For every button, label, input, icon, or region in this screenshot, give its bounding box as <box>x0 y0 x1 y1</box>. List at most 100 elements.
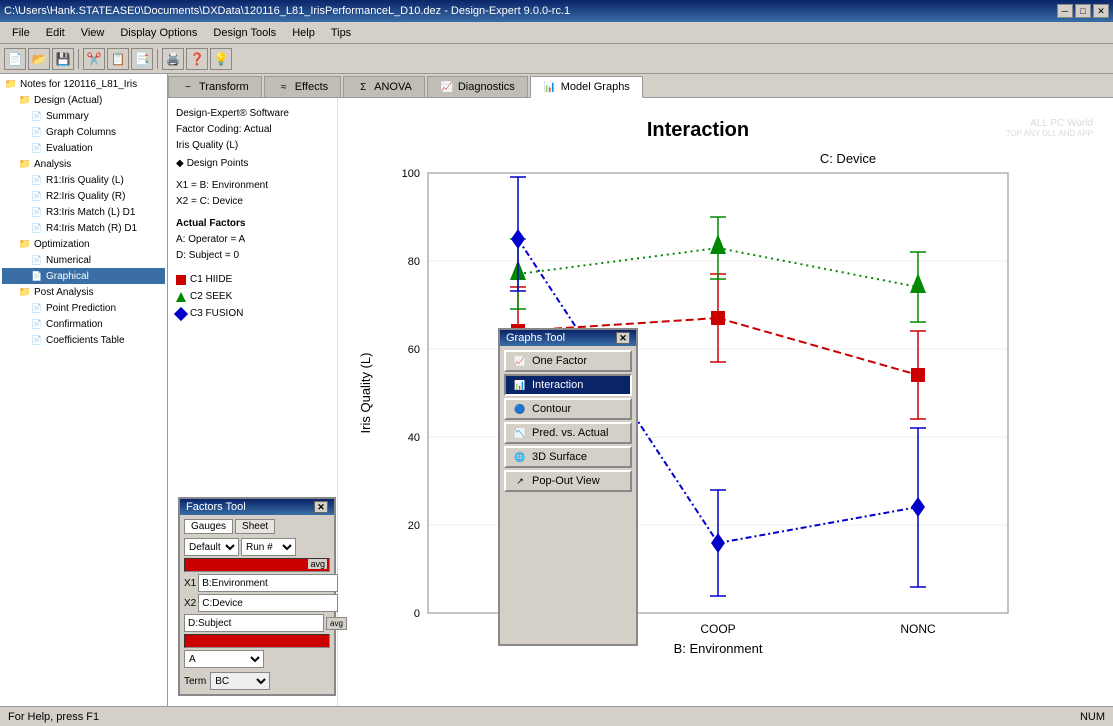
sidebar-label-graph-cols: Graph Columns <box>46 127 116 138</box>
x1-label: X1 = B: Environment <box>176 178 329 194</box>
work-area: Design-Expert® Software Factor Coding: A… <box>168 98 1113 706</box>
sidebar-label-graphical: Graphical <box>46 271 89 282</box>
folder-icon: 📁 <box>4 77 18 91</box>
doc-icon-summary: 📄 <box>30 109 44 123</box>
gt-interaction-label: Interaction <box>532 379 583 391</box>
x2-label: X2 = C: Device <box>176 194 329 210</box>
minimize-button[interactable]: ─ <box>1057 4 1073 18</box>
sidebar-item-design[interactable]: 📁 Design (Actual) <box>2 92 165 108</box>
sidebar-item-r3[interactable]: 📄 R3:Iris Match (L) D1 <box>2 204 165 220</box>
gt-one-factor[interactable]: 📈 One Factor <box>504 350 632 372</box>
sidebar-item-post-analysis[interactable]: 📁 Post Analysis <box>2 284 165 300</box>
tab-diagnostics[interactable]: 📈 Diagnostics <box>427 76 528 97</box>
ft-default-select[interactable]: Default <box>184 538 239 556</box>
sidebar-label-summary: Summary <box>46 111 89 122</box>
print-button[interactable]: 🖨️ <box>162 48 184 70</box>
ft-tab-gauges[interactable]: Gauges <box>184 519 233 534</box>
legend-color-c2 <box>176 292 186 302</box>
menu-design-tools[interactable]: Design Tools <box>205 25 284 41</box>
sidebar-item-coeff-table[interactable]: 📄 Coefficients Table <box>2 332 165 348</box>
ft-d-input[interactable] <box>184 614 324 632</box>
menu-display-options[interactable]: Display Options <box>112 25 205 41</box>
gt-3d-surface[interactable]: 🌐 3D Surface <box>504 446 632 468</box>
paste-button[interactable]: 📑 <box>131 48 153 70</box>
sidebar-item-r1[interactable]: 📄 R1:Iris Quality (L) <box>2 172 165 188</box>
legend-label-c3: C3 FUSION <box>190 306 243 322</box>
doc-icon-graph-cols: 📄 <box>30 125 44 139</box>
gt-interaction[interactable]: 📊 Interaction <box>504 374 632 396</box>
sidebar-label-analysis: Analysis <box>34 159 71 170</box>
menu-file[interactable]: File <box>4 25 38 41</box>
sidebar-item-point-pred[interactable]: 📄 Point Prediction <box>2 300 165 316</box>
sidebar-item-confirmation[interactable]: 📄 Confirmation <box>2 316 165 332</box>
copy-button[interactable]: 📋 <box>107 48 129 70</box>
ft-x1-input[interactable] <box>198 574 338 592</box>
sidebar-item-r2[interactable]: 📄 R2:Iris Quality (R) <box>2 188 165 204</box>
help-button[interactable]: ❓ <box>186 48 208 70</box>
ytick-60: 60 <box>408 344 420 356</box>
new-button[interactable]: 📄 <box>4 48 26 70</box>
factors-tool-close[interactable]: ✕ <box>314 501 328 513</box>
toolbar-sep-1 <box>78 49 79 69</box>
right-panel: ~ Transform ≈ Effects Σ ANOVA 📈 Diagnost… <box>168 74 1113 706</box>
tab-diagnostics-label: Diagnostics <box>458 81 515 93</box>
maximize-button[interactable]: □ <box>1075 4 1091 18</box>
menu-view[interactable]: View <box>73 25 113 41</box>
doc-icon-num: 📄 <box>30 253 44 267</box>
cut-button[interactable]: ✂️ <box>83 48 105 70</box>
sidebar-item-analysis[interactable]: 📁 Analysis <box>2 156 165 172</box>
tab-effects[interactable]: ≈ Effects <box>264 76 341 97</box>
tab-transform[interactable]: ~ Transform <box>168 76 262 97</box>
ft-default-row: Default Run # <box>184 538 330 556</box>
ft-a-select[interactable]: A <box>184 650 264 668</box>
sidebar-item-summary[interactable]: 📄 Summary <box>2 108 165 124</box>
window-controls: ─ □ ✕ <box>1057 4 1109 18</box>
menu-edit[interactable]: Edit <box>38 25 73 41</box>
ft-d-avg[interactable]: avg <box>326 617 347 630</box>
folder-icon-post: 📁 <box>18 285 32 299</box>
ytick-100: 100 <box>402 168 420 180</box>
open-button[interactable]: 📂 <box>28 48 50 70</box>
sidebar-item-graph-columns[interactable]: 📄 Graph Columns <box>2 124 165 140</box>
ft-slider[interactable]: avg <box>184 558 330 572</box>
sidebar-label-r1: R1:Iris Quality (L) <box>46 175 124 186</box>
software-label: Design-Expert® Software <box>176 106 329 122</box>
ft-run-select[interactable]: Run # <box>241 538 296 556</box>
close-button[interactable]: ✕ <box>1093 4 1109 18</box>
xtick-coop: COOP <box>700 622 735 636</box>
legend-item-c2: C2 SEEK <box>176 289 329 305</box>
legend-color-c3 <box>174 307 188 321</box>
response-label: Iris Quality (L) <box>176 138 329 154</box>
point-c1-nonc <box>911 368 925 382</box>
bullet-icon: ◆ <box>176 156 184 172</box>
sidebar-item-r4[interactable]: 📄 R4:Iris Match (R) D1 <box>2 220 165 236</box>
ytick-20: 20 <box>408 520 420 532</box>
sidebar-item-optimization[interactable]: 📁 Optimization <box>2 236 165 252</box>
sidebar-item-graphical[interactable]: 📄 Graphical <box>2 268 165 284</box>
ft-d-slider[interactable] <box>184 634 330 648</box>
sidebar-item-evaluation[interactable]: 📄 Evaluation <box>2 140 165 156</box>
ft-x2-input[interactable] <box>198 594 338 612</box>
anova-icon: Σ <box>356 80 370 94</box>
ft-x2-label: X2 <box>184 598 196 609</box>
save-button[interactable]: 💾 <box>52 48 74 70</box>
lightbulb-button[interactable]: 💡 <box>210 48 232 70</box>
ft-term-select[interactable]: BC <box>210 672 270 690</box>
sidebar-item-notes[interactable]: 📁 Notes for 120116_L81_Iris <box>2 76 165 92</box>
pop-out-icon: ↗ <box>512 475 528 487</box>
tab-model-graphs[interactable]: 📊 Model Graphs <box>530 76 643 98</box>
doc-icon-conf: 📄 <box>30 317 44 331</box>
ft-tab-sheet[interactable]: Sheet <box>235 519 275 534</box>
doc-icon-coeff: 📄 <box>30 333 44 347</box>
point-c1-coop <box>711 311 725 325</box>
sidebar-item-numerical[interactable]: 📄 Numerical <box>2 252 165 268</box>
gt-pop-out[interactable]: ↗ Pop-Out View <box>504 470 632 492</box>
tab-anova[interactable]: Σ ANOVA <box>343 76 425 97</box>
menu-help[interactable]: Help <box>284 25 323 41</box>
tab-transform-label: Transform <box>199 81 249 93</box>
ft-d-slider-row <box>184 634 330 648</box>
graphs-tool-close[interactable]: ✕ <box>616 332 630 344</box>
gt-contour[interactable]: 🔵 Contour <box>504 398 632 420</box>
menu-tips[interactable]: Tips <box>323 25 359 41</box>
gt-pred-actual[interactable]: 📉 Pred. vs. Actual <box>504 422 632 444</box>
